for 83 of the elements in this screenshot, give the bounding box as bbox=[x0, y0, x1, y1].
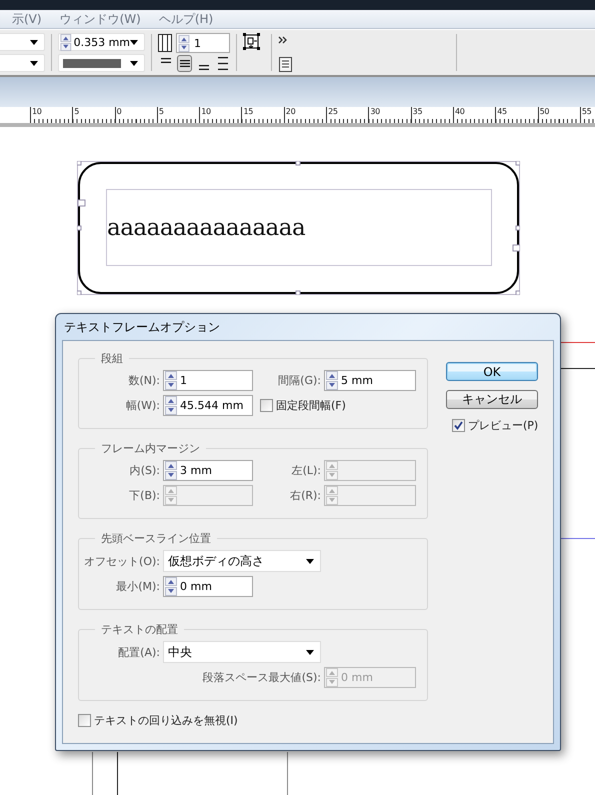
fit-frame-icon[interactable] bbox=[243, 33, 260, 50]
ruler-label: 30 bbox=[370, 107, 380, 116]
ruler-label: 40 bbox=[454, 107, 465, 116]
field-label: 配置(A): bbox=[117, 644, 160, 660]
field-label: 間隔(G): bbox=[277, 373, 321, 388]
ruler-label: 10 bbox=[32, 107, 42, 116]
dropdown[interactable]: 中央 bbox=[163, 641, 321, 663]
field-value: 0 mm bbox=[180, 580, 212, 593]
align-lines-icon bbox=[198, 65, 208, 70]
ruler-label: 5 bbox=[158, 107, 164, 116]
dialog-button[interactable]: OK bbox=[446, 362, 538, 381]
field-label: 内(S): bbox=[128, 463, 160, 478]
align-lines-icon bbox=[180, 60, 190, 67]
field-label: 左(L): bbox=[290, 463, 321, 478]
menu-item[interactable]: 示(V) bbox=[10, 10, 44, 28]
spin-field[interactable]: 1 bbox=[163, 370, 253, 391]
section-title: テキストの配置 bbox=[100, 622, 179, 637]
checkbox[interactable] bbox=[452, 419, 465, 432]
menu-item[interactable]: ヘルプ(H) bbox=[156, 10, 216, 28]
menu-item[interactable]: ウィンドウ(W) bbox=[58, 10, 143, 28]
ruler-label: 50 bbox=[540, 107, 550, 116]
field-value: 5 mm bbox=[341, 374, 373, 387]
column-count-value: 1 bbox=[193, 36, 201, 50]
stroke-swatch-icon bbox=[63, 58, 121, 68]
spinner-icon[interactable] bbox=[165, 371, 177, 390]
field-label: 下(B): bbox=[128, 488, 160, 503]
spin-field[interactable]: 3 mm bbox=[163, 460, 253, 481]
dropdown-value: 中央 bbox=[168, 644, 192, 660]
ruler-label: 25 bbox=[328, 107, 338, 116]
column-count-field[interactable]: 1 bbox=[176, 33, 230, 53]
dialog-button[interactable]: キャンセル bbox=[446, 390, 538, 409]
font-style-dropdown[interactable] bbox=[0, 54, 45, 72]
align-lines-icon bbox=[160, 58, 170, 63]
ruler-label: 15 bbox=[243, 107, 254, 116]
dropdown-value: 仮想ボディの高さ bbox=[168, 552, 264, 570]
field-label: 段落スペース最大値(S): bbox=[202, 670, 321, 685]
alignment-button[interactable] bbox=[177, 55, 192, 72]
spinner-icon[interactable] bbox=[60, 34, 72, 50]
field-label: 数(N): bbox=[127, 373, 160, 388]
ruler-label: 35 bbox=[412, 107, 422, 116]
alignment-button[interactable] bbox=[215, 55, 230, 72]
checkbox-label: プレビュー(P) bbox=[468, 418, 538, 433]
stroke-weight-field[interactable]: 0.353 mm bbox=[58, 33, 145, 51]
check-icon bbox=[454, 421, 463, 430]
spinner-icon[interactable] bbox=[165, 577, 177, 596]
field-value: 45.544 mm bbox=[180, 399, 244, 412]
spinner-icon[interactable] bbox=[165, 461, 177, 480]
field-value: 1 bbox=[180, 374, 187, 387]
font-dropdown[interactable] bbox=[0, 33, 45, 51]
field-label: 右(R): bbox=[289, 488, 321, 503]
ruler-label: 20 bbox=[286, 107, 296, 116]
checkbox[interactable] bbox=[78, 714, 91, 727]
field-label: 最小(M): bbox=[115, 579, 160, 594]
field-value: 3 mm bbox=[180, 464, 212, 477]
field-value: 0 mm bbox=[341, 671, 373, 684]
section-title: 先頭ベースライン位置 bbox=[100, 531, 212, 546]
section-title: フレーム内マージン bbox=[100, 441, 201, 456]
ruler-label: 0 bbox=[116, 107, 122, 116]
columns-icon bbox=[158, 34, 172, 52]
ruler-label: 55 bbox=[582, 107, 592, 116]
stroke-weight-value: 0.353 mm bbox=[72, 36, 130, 48]
checkbox-label: 固定段間幅(F) bbox=[276, 398, 346, 413]
field-label: オフセット(O): bbox=[83, 554, 160, 568]
checkbox[interactable] bbox=[260, 399, 273, 412]
stroke-type-dropdown[interactable] bbox=[58, 54, 145, 72]
spinner-icon[interactable] bbox=[178, 34, 190, 52]
expand-icon[interactable] bbox=[278, 36, 288, 44]
ruler-label: 10 bbox=[201, 107, 211, 116]
ruler-label: 45 bbox=[497, 107, 507, 116]
section-title: 段組 bbox=[100, 351, 124, 366]
spin-field[interactable]: 5 mm bbox=[324, 370, 416, 391]
panel-menu-icon[interactable] bbox=[278, 56, 293, 72]
checkbox-label: テキストの回り込みを無視(I) bbox=[94, 713, 238, 728]
spinner-icon[interactable] bbox=[326, 371, 338, 390]
spin-field[interactable]: 45.544 mm bbox=[163, 395, 253, 416]
spinner-icon[interactable] bbox=[165, 396, 177, 415]
dropdown[interactable]: 仮想ボディの高さ bbox=[163, 550, 321, 572]
ruler-label: 5 bbox=[74, 107, 80, 116]
dialog-title: テキストフレームオプション bbox=[63, 318, 221, 336]
spin-field[interactable]: 0 mm bbox=[163, 576, 253, 597]
frame-text: aaaaaaaaaaaaaaa bbox=[106, 189, 492, 266]
field-label: 幅(W): bbox=[124, 398, 160, 413]
align-lines-icon bbox=[218, 57, 228, 70]
